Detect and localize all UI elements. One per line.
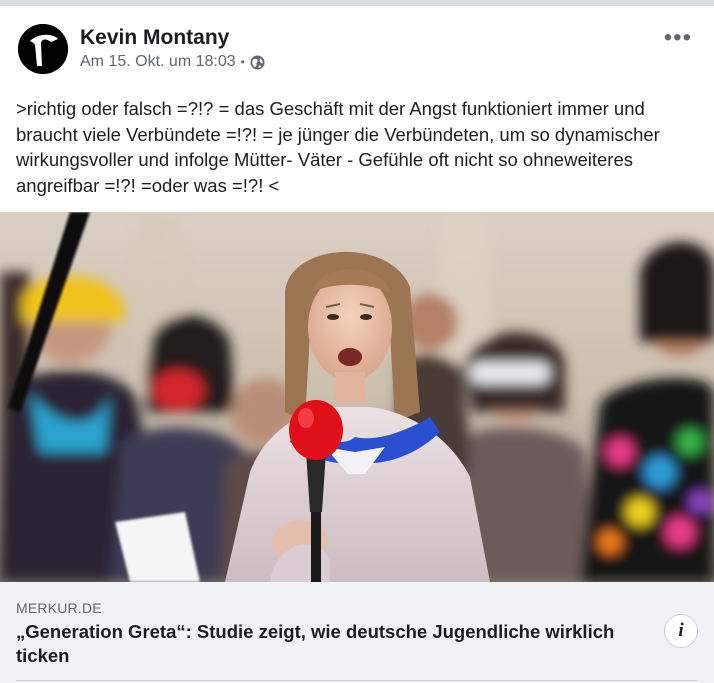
post-meta: Am 15. Okt. um 18:03 • <box>80 53 265 71</box>
bottom-divider <box>16 680 698 681</box>
info-button[interactable]: i <box>664 614 698 648</box>
post-image[interactable] <box>0 212 714 582</box>
avatar-logo-icon <box>18 24 68 74</box>
avatar[interactable] <box>18 24 68 74</box>
more-options-button[interactable]: ••• <box>664 24 692 52</box>
author-name[interactable]: Kevin Montany <box>80 26 229 50</box>
link-domain: MERKUR.DE <box>16 600 102 616</box>
post-header: Kevin Montany Am 15. Okt. um 18:03 • ••• <box>0 6 714 88</box>
post-timestamp[interactable]: Am 15. Okt. um 18:03 <box>80 53 236 71</box>
link-title[interactable]: „Generation Greta“: Studie zeigt, wie de… <box>16 620 656 668</box>
post-text: >richtig oder falsch =?!? = das Geschäft… <box>16 98 660 196</box>
globe-icon <box>250 54 265 70</box>
photo-greta-speaking <box>0 212 714 582</box>
link-preview[interactable]: MERKUR.DE „Generation Greta“: Studie zei… <box>0 582 714 683</box>
meta-separator: • <box>240 55 245 69</box>
